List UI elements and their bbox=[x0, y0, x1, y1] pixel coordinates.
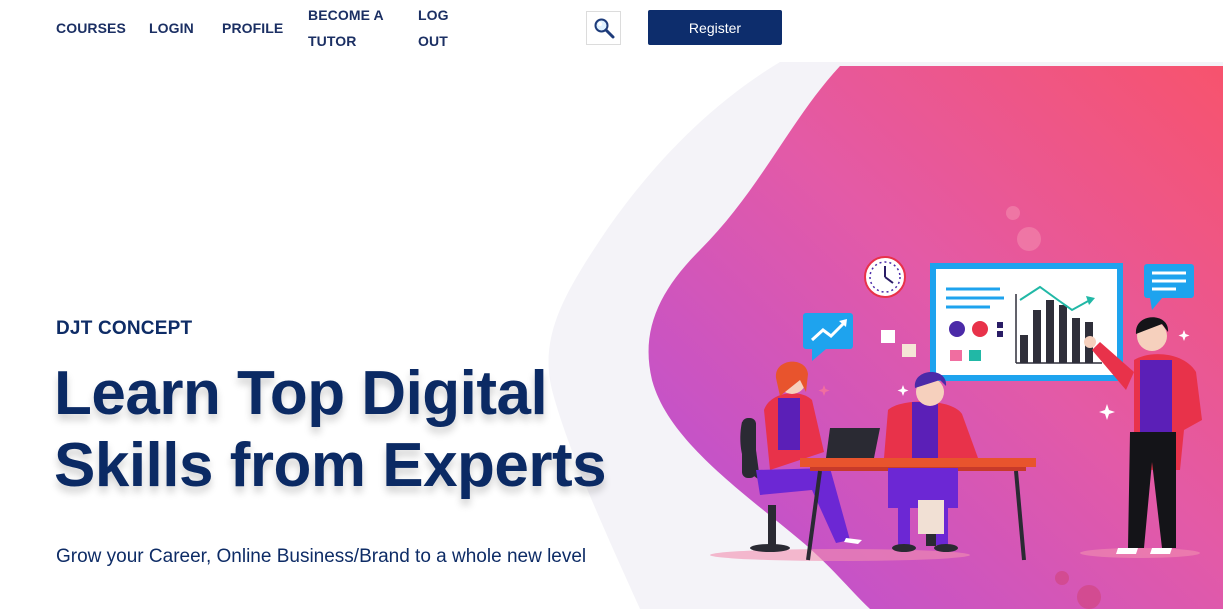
nav-become-tutor-link[interactable]: BECOME A TUTOR bbox=[308, 2, 388, 54]
brand-label: DJT CONCEPT bbox=[56, 318, 193, 339]
clock-icon bbox=[864, 256, 906, 298]
nav-login-link[interactable]: LOGIN bbox=[149, 15, 194, 41]
search-button[interactable] bbox=[586, 11, 621, 45]
nav-courses-link[interactable]: COURSES bbox=[56, 15, 126, 41]
nav-logout-link[interactable]: LOG OUT bbox=[418, 2, 458, 54]
register-button[interactable]: Register bbox=[648, 10, 782, 45]
magnifier-icon bbox=[594, 18, 614, 39]
hero-illustration bbox=[548, 62, 1223, 609]
hero-subtitle: Grow your Career, Online Business/Brand … bbox=[56, 546, 587, 567]
nav-profile-link[interactable]: PROFILE bbox=[222, 15, 283, 41]
hero-headline: Learn Top Digital Skills from Experts bbox=[54, 359, 607, 500]
whiteboard-chart bbox=[930, 263, 1123, 381]
top-navigation: COURSES LOGIN PROFILE BECOME A TUTOR LOG… bbox=[0, 0, 1223, 62]
